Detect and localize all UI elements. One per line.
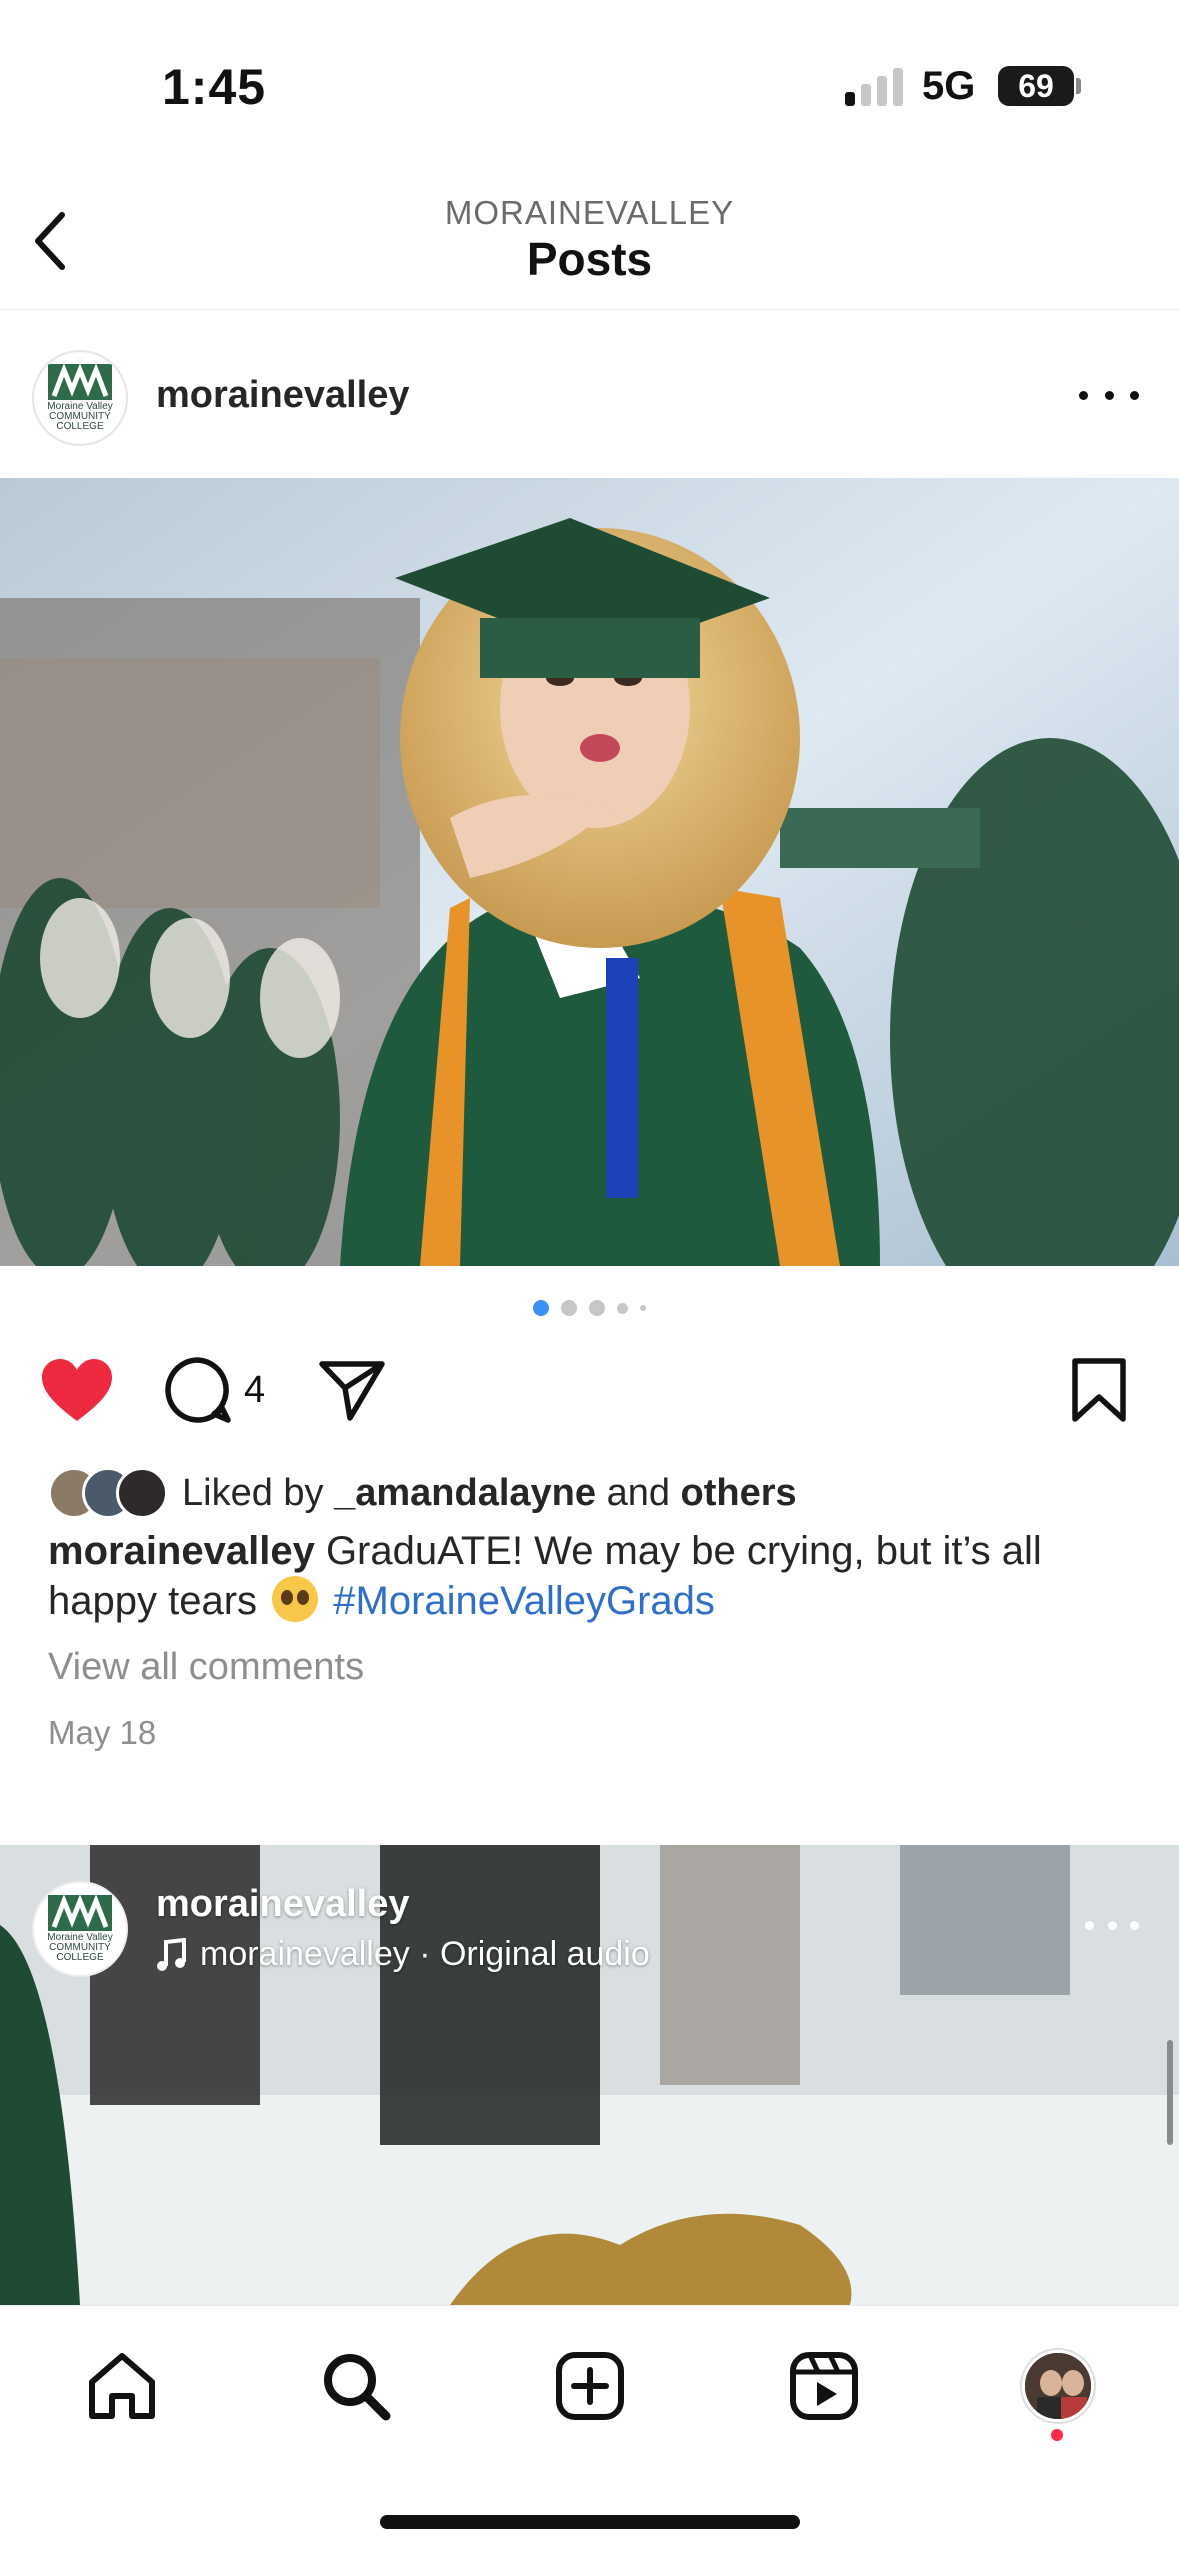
carousel-dot bbox=[640, 1305, 646, 1311]
tab-profile[interactable] bbox=[1018, 2346, 1098, 2426]
bookmark-icon bbox=[1072, 1358, 1126, 1422]
status-time: 1:45 bbox=[162, 59, 267, 115]
profile-avatar bbox=[1022, 2350, 1094, 2422]
likes-others[interactable]: others bbox=[681, 1472, 797, 1514]
action-bar: 4 bbox=[0, 1350, 1179, 1450]
view-comments-link[interactable]: View all comments bbox=[48, 1646, 364, 1689]
liker-username[interactable]: _amandalayne bbox=[334, 1472, 596, 1514]
home-indicator bbox=[380, 2515, 800, 2529]
account-name: MORAINEVALLEY bbox=[444, 194, 735, 231]
music-note-icon bbox=[157, 1937, 186, 1971]
likes-text: Liked by _amandalayne and others bbox=[182, 1471, 797, 1514]
post-caption: morainevalley GraduATE! We may be crying… bbox=[48, 1526, 1138, 1626]
more-options-button[interactable] bbox=[1079, 380, 1139, 410]
tab-home[interactable] bbox=[82, 2346, 162, 2426]
home-icon bbox=[89, 2353, 155, 2419]
reel-audio-label: morainevalley · Original audio bbox=[200, 1935, 650, 1973]
pleading-face-emoji-icon bbox=[272, 1576, 319, 1622]
avatar-caption: Moraine Valley COMMUNITY COLLEGE bbox=[47, 1932, 113, 1963]
more-dot bbox=[1079, 390, 1088, 400]
tab-search[interactable] bbox=[316, 2346, 396, 2426]
reel-audio[interactable]: morainevalley · Original audio bbox=[156, 1935, 650, 1974]
post-header: Moraine Valley COMMUNITY COLLEGE moraine… bbox=[0, 330, 1179, 470]
status-bar: 1:45 5G 69 bbox=[0, 0, 1179, 160]
caption-hashtag[interactable]: #MoraineValleyGrads bbox=[333, 1579, 715, 1623]
reel-preview[interactable]: Moraine Valley COMMUNITY COLLEGE moraine… bbox=[0, 1845, 1179, 2305]
more-dot bbox=[1104, 390, 1114, 400]
carousel-dots bbox=[0, 1300, 1179, 1316]
search-icon bbox=[324, 2354, 391, 2421]
signal-icon bbox=[845, 66, 905, 106]
heart-icon bbox=[42, 1359, 112, 1421]
carousel-dot-active bbox=[533, 1300, 549, 1316]
notification-dot bbox=[1051, 2429, 1063, 2441]
tab-create[interactable] bbox=[550, 2346, 630, 2426]
battery-cap bbox=[1076, 78, 1081, 94]
reel-avatar[interactable]: Moraine Valley COMMUNITY COLLEGE bbox=[32, 1881, 128, 1977]
network-label: 5G bbox=[922, 64, 976, 108]
save-button[interactable] bbox=[1070, 1350, 1128, 1430]
profile-photo bbox=[1025, 2353, 1091, 2419]
like-button[interactable] bbox=[40, 1350, 114, 1430]
caption-username[interactable]: morainevalley bbox=[48, 1529, 315, 1573]
post-photo[interactable] bbox=[0, 478, 1179, 1266]
more-dot bbox=[1130, 390, 1139, 400]
avatar-caption: Moraine Valley COMMUNITY COLLEGE bbox=[47, 401, 113, 432]
comment-icon bbox=[165, 1357, 231, 1423]
comment-button[interactable]: 4 bbox=[164, 1350, 265, 1430]
avatar[interactable]: Moraine Valley COMMUNITY COLLEGE bbox=[32, 350, 128, 446]
moraine-valley-logo-icon bbox=[48, 364, 112, 400]
reel-username[interactable]: morainevalley bbox=[156, 1883, 409, 1926]
likes-row[interactable]: Liked by _amandalayne and others bbox=[48, 1462, 797, 1524]
scrollbar[interactable] bbox=[1167, 2040, 1173, 2145]
page-title: Posts bbox=[526, 233, 653, 285]
tab-reels[interactable] bbox=[784, 2346, 864, 2426]
comment-count: 4 bbox=[244, 1368, 266, 1411]
plus-square-icon bbox=[556, 2352, 624, 2420]
graduation-photo bbox=[0, 478, 1179, 1266]
liker-avatar bbox=[116, 1467, 168, 1519]
nav-header: MORAINEVALLEY Posts bbox=[0, 170, 1179, 310]
post-date: May 18 bbox=[48, 1714, 157, 1751]
moraine-valley-logo-icon bbox=[48, 1895, 112, 1931]
carousel-dot bbox=[617, 1302, 628, 1314]
carousel-dot bbox=[589, 1300, 605, 1316]
send-icon bbox=[319, 1361, 385, 1421]
carousel-dot bbox=[561, 1300, 577, 1316]
share-button[interactable] bbox=[318, 1350, 386, 1430]
reel-more-button[interactable] bbox=[1085, 1921, 1139, 1933]
post-username[interactable]: morainevalley bbox=[156, 374, 409, 417]
reels-icon bbox=[790, 2352, 858, 2420]
battery-icon: 69 bbox=[998, 66, 1074, 106]
